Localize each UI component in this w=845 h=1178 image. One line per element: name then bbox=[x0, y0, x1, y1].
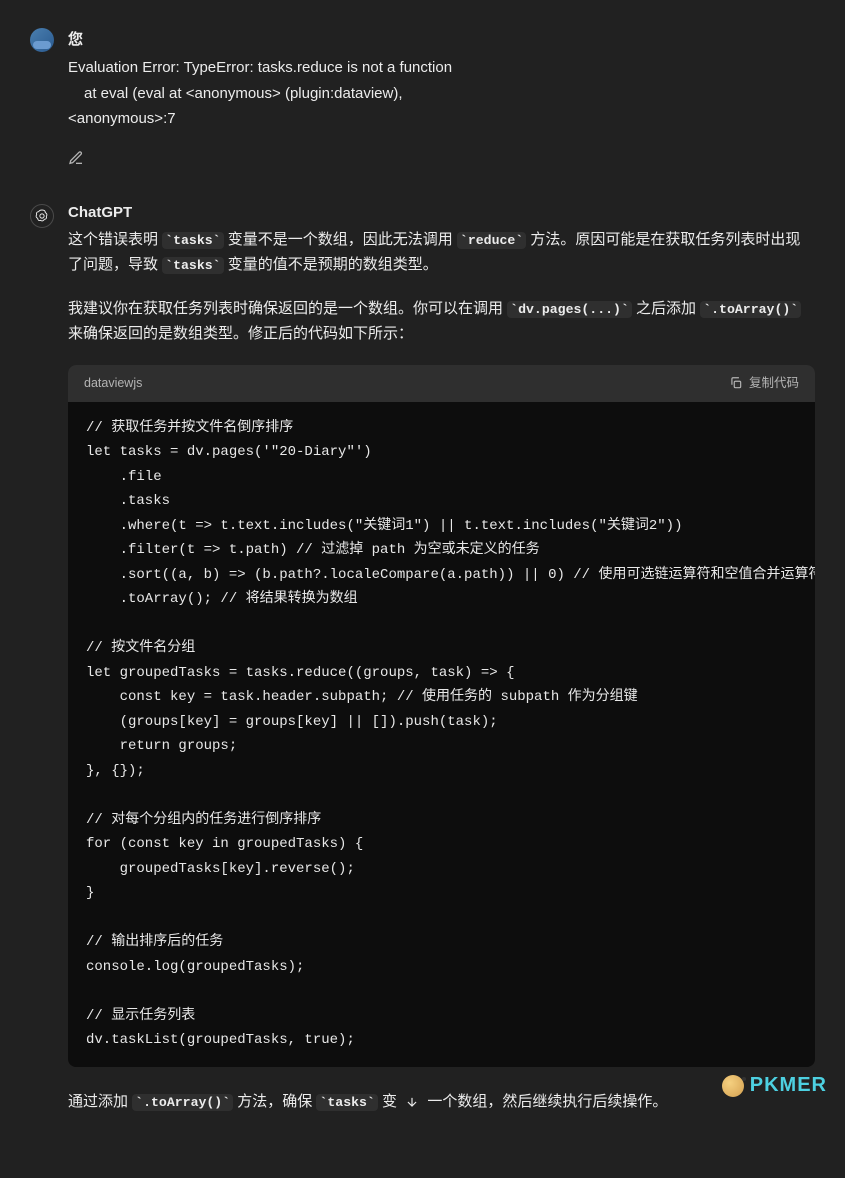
inline-code: `tasks` bbox=[316, 1094, 377, 1111]
user-name: 您 bbox=[68, 28, 815, 49]
edit-icon[interactable] bbox=[68, 150, 84, 170]
bot-message: ChatGPT 这个错误表明 `tasks` 变量不是一个数组，因此无法调用 `… bbox=[0, 196, 845, 1141]
user-avatar bbox=[30, 28, 54, 52]
user-message: 您 Evaluation Error: TypeError: tasks.red… bbox=[0, 20, 845, 178]
copy-label: 复制代码 bbox=[749, 373, 799, 394]
watermark-icon bbox=[722, 1075, 744, 1097]
copy-icon bbox=[729, 376, 743, 390]
watermark: PKMER bbox=[722, 1074, 827, 1097]
watermark-text: PKMER bbox=[750, 1074, 827, 1097]
paragraph: 我建议你在获取任务列表时确保返回的是一个数组。你可以在调用 `dv.pages(… bbox=[68, 296, 815, 347]
paragraph: 这个错误表明 `tasks` 变量不是一个数组，因此无法调用 `reduce` … bbox=[68, 227, 815, 278]
inline-code: `reduce` bbox=[457, 232, 526, 249]
inline-code: `.toArray()` bbox=[700, 301, 801, 318]
error-line: Evaluation Error: TypeError: tasks.reduc… bbox=[68, 55, 815, 81]
user-content: 您 Evaluation Error: TypeError: tasks.red… bbox=[68, 28, 815, 170]
bot-content: ChatGPT 这个错误表明 `tasks` 变量不是一个数组，因此无法调用 `… bbox=[68, 204, 815, 1133]
bot-avatar bbox=[30, 204, 54, 228]
code-header: dataviewjs 复制代码 bbox=[68, 365, 815, 402]
error-line: <anonymous>:7 bbox=[68, 106, 815, 132]
paragraph: 通过添加 `.toArray()` 方法，确保 `tasks` 变 一个数组，然… bbox=[68, 1089, 815, 1115]
inline-code: `tasks` bbox=[162, 257, 223, 274]
error-line: at eval (eval at <anonymous> (plugin:dat… bbox=[68, 81, 815, 107]
bot-name: ChatGPT bbox=[68, 204, 815, 221]
code-content[interactable]: // 获取任务并按文件名倒序排序 let tasks = dv.pages('"… bbox=[68, 402, 815, 1067]
inline-code: `tasks` bbox=[162, 232, 223, 249]
user-text: Evaluation Error: TypeError: tasks.reduc… bbox=[68, 55, 815, 132]
bot-text: 这个错误表明 `tasks` 变量不是一个数组，因此无法调用 `reduce` … bbox=[68, 227, 815, 1115]
inline-code: `.toArray()` bbox=[132, 1094, 233, 1111]
scroll-down-icon[interactable] bbox=[403, 1093, 421, 1111]
code-block: dataviewjs 复制代码 // 获取任务并按文件名倒序排序 let tas… bbox=[68, 365, 815, 1067]
inline-code: `dv.pages(...)` bbox=[507, 301, 632, 318]
code-lang: dataviewjs bbox=[84, 373, 142, 394]
copy-code-button[interactable]: 复制代码 bbox=[729, 373, 799, 394]
